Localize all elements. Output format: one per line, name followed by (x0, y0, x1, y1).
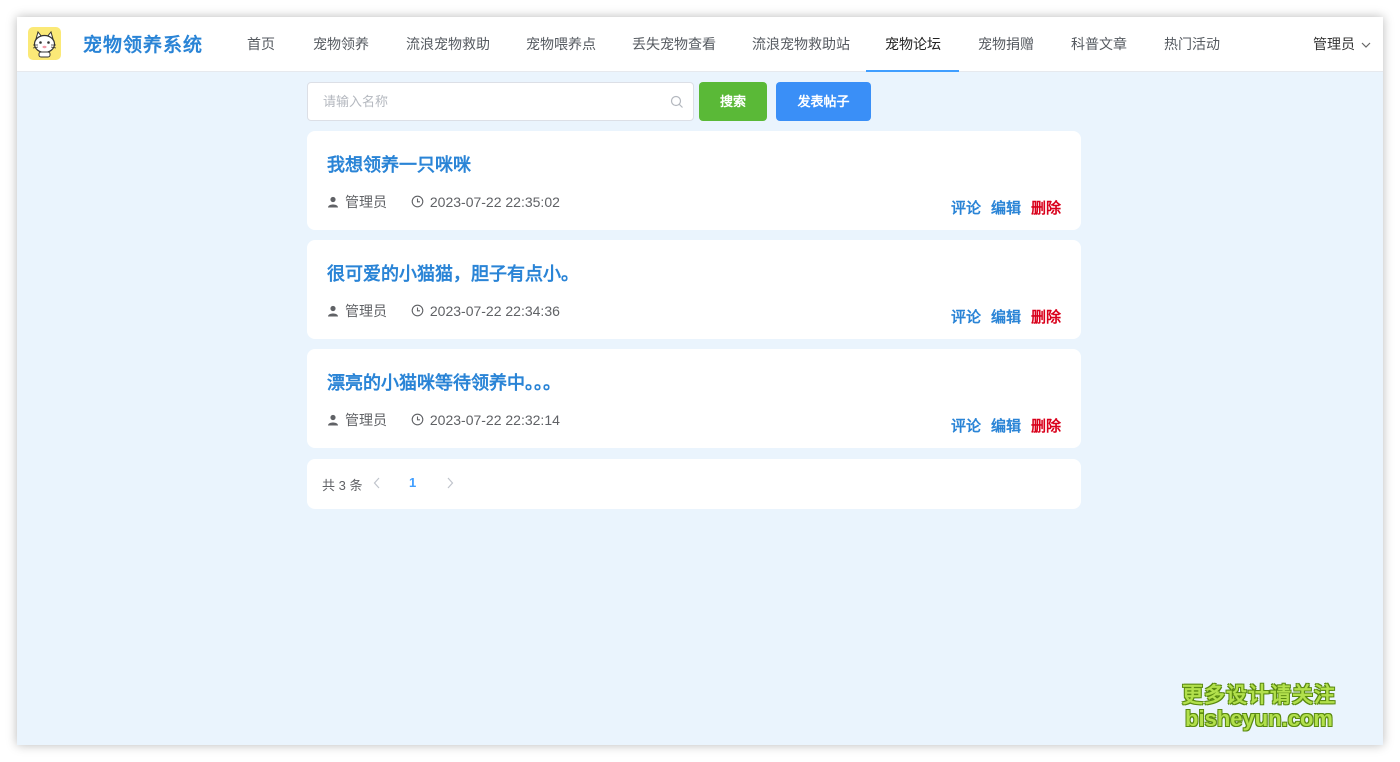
post-title[interactable]: 漂亮的小猫咪等待领养中。。。 (327, 369, 561, 395)
app-window: 宠物领养系统 首页 宠物领养 流浪宠物救助 宠物喂养点 丢失宠物查看 流浪宠物救… (17, 17, 1383, 745)
delete-button[interactable]: 删除 (1031, 418, 1061, 435)
clock-icon (411, 413, 424, 426)
search-input[interactable] (308, 83, 658, 120)
brand-title: 宠物领养系统 (83, 35, 204, 56)
delete-button[interactable]: 删除 (1031, 309, 1061, 326)
nav-item-rescue-stations[interactable]: 流浪宠物救助站 (752, 17, 850, 72)
post-title[interactable]: 我想领养一只咪咪 (327, 151, 471, 177)
nav-item-lost-pets[interactable]: 丢失宠物查看 (632, 17, 716, 72)
delete-button[interactable]: 删除 (1031, 200, 1061, 217)
edit-button[interactable]: 编辑 (991, 418, 1021, 435)
chevron-left-icon[interactable] (373, 476, 381, 494)
post-author: 管理员 (345, 303, 387, 319)
post-actions: 评论 编辑 删除 (941, 306, 1061, 327)
clock-icon (411, 195, 424, 208)
search-icon (670, 95, 684, 114)
post-card: 漂亮的小猫咪等待领养中。。。 管理员 2023-07-22 22:32:14 评… (307, 349, 1081, 448)
pagination-page[interactable]: 1 (409, 475, 416, 490)
post-meta: 管理员 2023-07-22 22:35:02 (327, 192, 560, 212)
edit-button[interactable]: 编辑 (991, 309, 1021, 326)
search-field[interactable] (307, 82, 694, 121)
comment-button[interactable]: 评论 (951, 418, 981, 435)
user-icon (328, 196, 338, 208)
comment-button[interactable]: 评论 (951, 200, 981, 217)
user-icon (328, 414, 338, 426)
post-author: 管理员 (345, 194, 387, 210)
post-meta: 管理员 2023-07-22 22:32:14 (327, 410, 560, 430)
user-icon (328, 305, 338, 317)
post-actions: 评论 编辑 删除 (941, 197, 1061, 218)
logo-cat-icon[interactable] (28, 27, 61, 60)
top-navbar: 宠物领养系统 首页 宠物领养 流浪宠物救助 宠物喂养点 丢失宠物查看 流浪宠物救… (17, 17, 1383, 72)
post-time: 2023-07-22 22:34:36 (429, 302, 560, 319)
post-card: 我想领养一只咪咪 管理员 2023-07-22 22:35:02 评论 编辑 删除 (307, 131, 1081, 230)
nav-item-home[interactable]: 首页 (247, 17, 275, 72)
post-meta: 管理员 2023-07-22 22:34:36 (327, 301, 560, 321)
search-button[interactable]: 搜索 (699, 82, 767, 121)
comment-button[interactable]: 评论 (951, 309, 981, 326)
nav-item-pet-donation[interactable]: 宠物捐赠 (978, 17, 1034, 72)
new-post-button[interactable]: 发表帖子 (776, 82, 871, 121)
chevron-right-icon[interactable] (446, 476, 454, 494)
nav-item-feeding-points[interactable]: 宠物喂养点 (526, 17, 596, 72)
post-title[interactable]: 很可爱的小猫猫，胆子有点小。 (327, 260, 579, 286)
post-time: 2023-07-22 22:32:14 (429, 411, 560, 428)
nav-item-pet-adoption[interactable]: 宠物领养 (313, 17, 369, 72)
nav-item-stray-rescue[interactable]: 流浪宠物救助 (406, 17, 490, 72)
post-card: 很可爱的小猫猫，胆子有点小。 管理员 2023-07-22 22:34:36 评… (307, 240, 1081, 339)
watermark: 更多设计请关注 bisheyun.com (1174, 684, 1344, 732)
user-name: 管理员 (1313, 36, 1355, 52)
post-author: 管理员 (345, 412, 387, 428)
post-actions: 评论 编辑 删除 (941, 415, 1061, 436)
watermark-line1: 更多设计请关注 (1182, 684, 1336, 707)
active-tab-indicator (866, 70, 959, 72)
nav-item-hot-events[interactable]: 热门活动 (1164, 17, 1220, 72)
edit-button[interactable]: 编辑 (991, 200, 1021, 217)
chevron-down-icon (1361, 18, 1371, 72)
pagination-total: 共 3 条 (322, 478, 363, 493)
pagination: 共 3 条 1 (307, 459, 1081, 509)
user-menu[interactable]: 管理员 (1313, 17, 1371, 72)
post-time: 2023-07-22 22:35:02 (429, 193, 560, 210)
nav-item-pet-forum[interactable]: 宠物论坛 (885, 17, 941, 72)
watermark-line2: bisheyun.com (1185, 706, 1333, 732)
clock-icon (411, 304, 424, 317)
nav-item-articles[interactable]: 科普文章 (1071, 17, 1127, 72)
